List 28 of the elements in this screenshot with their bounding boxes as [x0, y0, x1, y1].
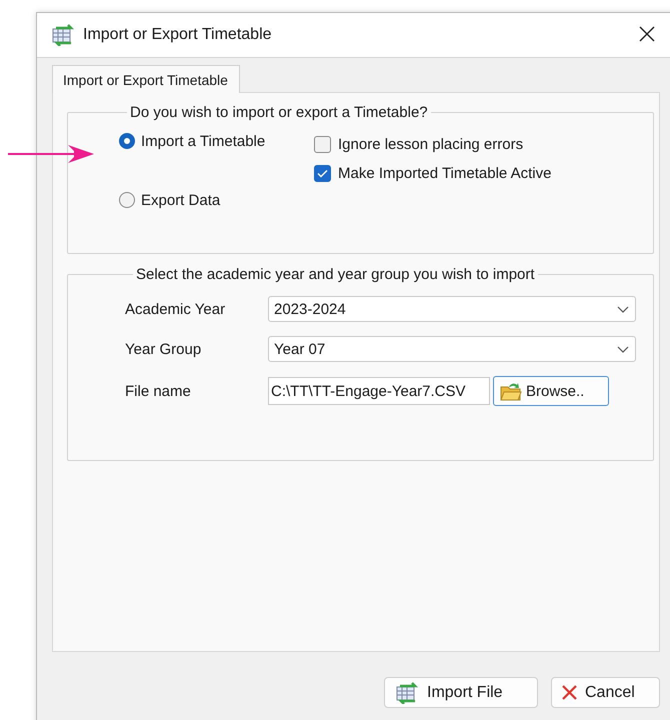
timetable-icon [51, 24, 75, 46]
dropdown[interactable]: Year 07 [268, 336, 636, 362]
checkmark-icon [317, 168, 328, 178]
close-icon [562, 685, 577, 700]
checkbox[interactable] [314, 136, 331, 152]
checkbox-label: Ignore lesson placing errors [338, 136, 524, 152]
radio-button[interactable] [119, 133, 135, 149]
field-label: Academic Year [125, 300, 226, 318]
tab[interactable]: Import or Export Timetable [52, 65, 240, 93]
chevron-down-icon [617, 306, 629, 312]
input-field[interactable]: C:\TT\TT-Engage-Year7.CSV [268, 377, 490, 405]
window-title: Import or Export Timetable [83, 26, 273, 44]
folder-icon [500, 381, 522, 401]
group-title: Select the academic year and year group you wish to import [135, 266, 536, 283]
radio-button[interactable] [119, 192, 135, 208]
radio-label: Import a Timetable [141, 132, 266, 150]
radio-label: Export Data [141, 192, 220, 208]
timetable-icon [395, 682, 419, 704]
chevron-down-icon [617, 346, 629, 352]
cancel-button[interactable]: Cancel [551, 677, 660, 708]
browse-button[interactable]: Browse.. [493, 376, 609, 406]
field-label: Year Group [125, 340, 202, 358]
field-label: File name [125, 382, 192, 400]
group-title: Do you wish to import or export a Timetable? [129, 104, 429, 121]
checkbox[interactable] [314, 164, 331, 182]
import-button[interactable]: Import File [384, 677, 538, 708]
checkbox-label: Make Imported Timetable Active [338, 164, 552, 182]
dropdown[interactable]: 2023-2024 [268, 296, 636, 322]
